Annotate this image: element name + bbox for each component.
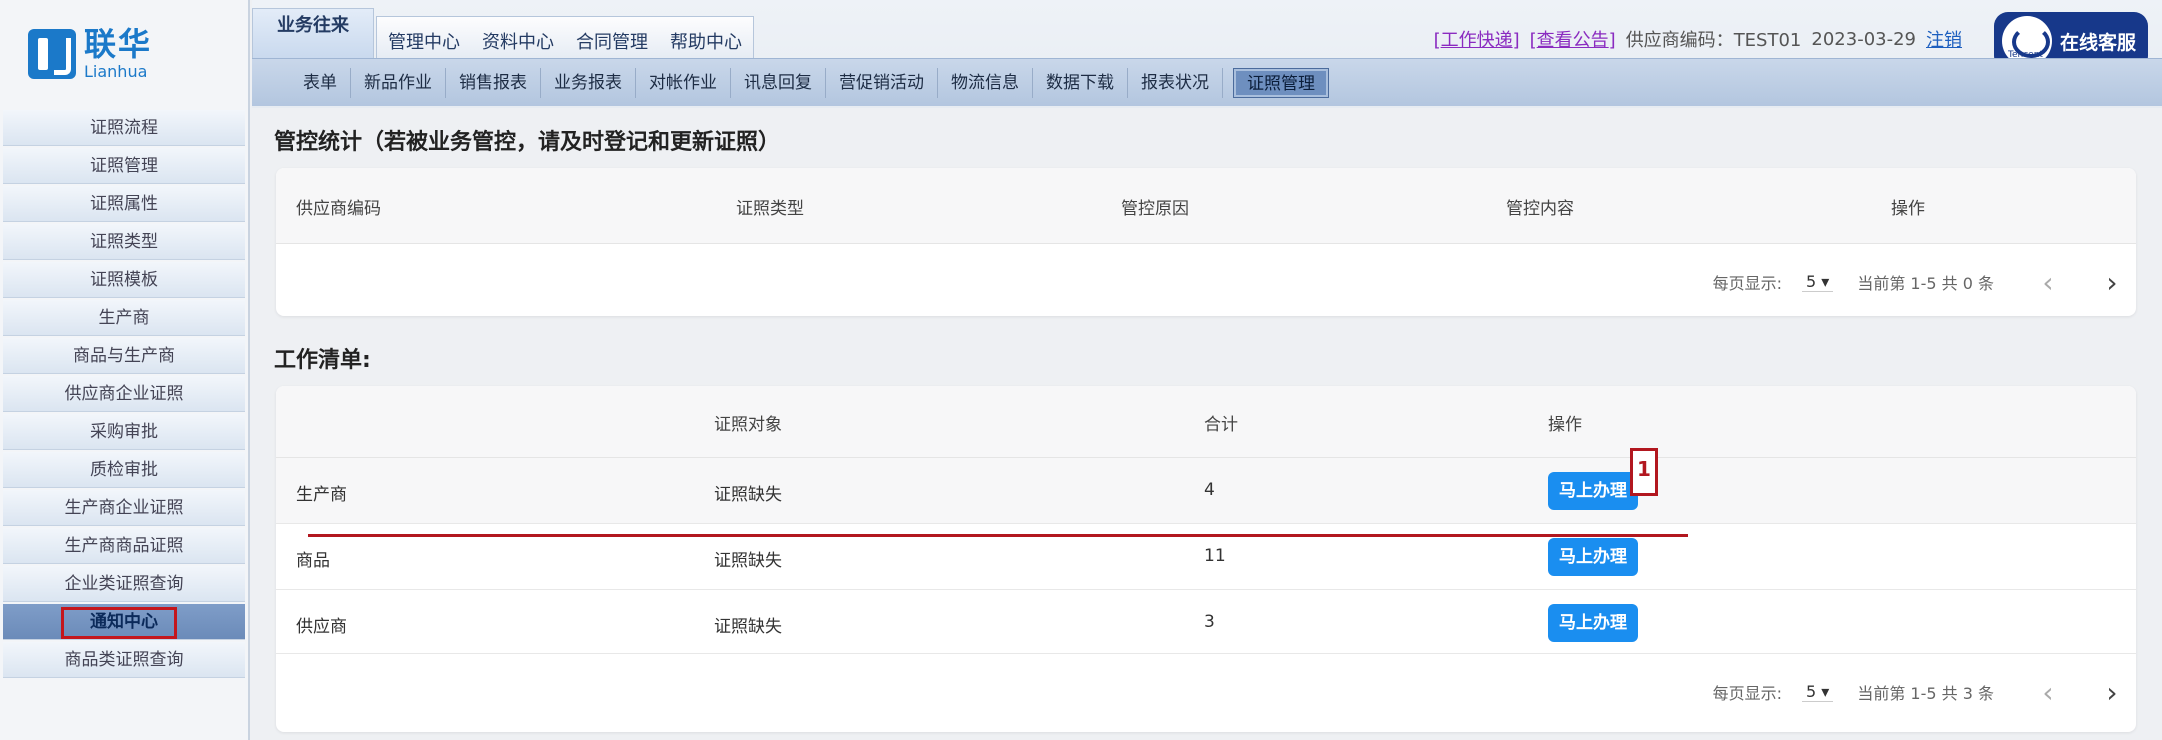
table-row: 商品 证照缺失 11 马上办理 (276, 524, 2136, 590)
sidebar-item-license-attributes[interactable]: 证照属性 (3, 186, 245, 222)
prev-page-icon[interactable]: ‹ (2038, 676, 2058, 709)
control-stats-table: 供应商编码 证照类型 管控原因 管控内容 操作 每页显示: 5 ▾ 当前第 1-… (276, 168, 2136, 316)
row-total: 4 (1204, 480, 1215, 500)
sidebar-item-purchase-approval[interactable]: 采购审批 (3, 414, 245, 450)
current-date: 2023-03-29 (1811, 28, 1916, 50)
pagination: 每页显示: 5 ▾ 当前第 1-5 共 0 条 ‹ › (1713, 260, 2136, 304)
prev-page-icon[interactable]: ‹ (2038, 266, 2058, 299)
row-total: 3 (1204, 612, 1215, 632)
col-license-type: 证照类型 (736, 199, 804, 219)
next-page-icon[interactable]: › (2102, 676, 2122, 709)
subnav-logistics[interactable]: 物流信息 (938, 67, 1033, 98)
subnav-sales-report[interactable]: 销售报表 (446, 67, 541, 98)
main-content: 管控统计（若被业务管控，请及时登记和更新证照） 供应商编码 证照类型 管控原因 … (252, 108, 2162, 740)
subnav-license-management[interactable]: 证照管理 (1233, 67, 1329, 98)
left-sidebar: 联华 Lianhua 证照流程 证照管理 证照属性 证照类型 证照模板 生产商 … (0, 0, 250, 740)
col-supplier-code: 供应商编码 (296, 199, 381, 219)
per-page-select[interactable]: 5 ▾ (1802, 682, 1834, 702)
row-object: 证照缺失 (714, 551, 782, 571)
sidebar-item-supplier-licenses[interactable]: 供应商企业证照 (3, 376, 245, 412)
tab-management-center[interactable]: 管理中心 (377, 17, 471, 59)
sidebar-item-enterprise-license-query[interactable]: 企业类证照查询 (3, 566, 245, 602)
worklist-table: 证照对象 合计 操作 生产商 证照缺失 4 马上办理 1 商品 证照缺失 11 … (276, 386, 2136, 732)
col-control-content: 管控内容 (1506, 199, 1574, 219)
sidebar-item-goods-and-manufacturer[interactable]: 商品与生产商 (3, 338, 245, 374)
per-page-select[interactable]: 5 ▾ (1802, 272, 1834, 292)
sidebar-item-license-types[interactable]: 证照类型 (3, 224, 245, 260)
header-info: [工作快递] [查看公告] 供应商编码：TEST01 2023-03-29 注销 (1434, 26, 1962, 52)
table-row: 生产商 证照缺失 4 马上办理 (276, 458, 2136, 524)
sidebar-item-license-templates[interactable]: 证照模板 (3, 262, 245, 298)
sidebar-item-qc-approval[interactable]: 质检审批 (3, 452, 245, 488)
col-total: 合计 (1204, 415, 1238, 435)
handle-now-button[interactable]: 马上办理 (1548, 472, 1638, 510)
tab-business[interactable]: 业务往来 (252, 8, 374, 58)
pagination: 每页显示: 5 ▾ 当前第 1-5 共 3 条 ‹ › (1713, 670, 2136, 714)
lianhua-logo: 联华 Lianhua (28, 26, 152, 82)
annotation-marker: 1 (1630, 448, 1658, 496)
work-express-link[interactable]: 工作快递 (1441, 30, 1513, 51)
tab-contract-management[interactable]: 合同管理 (565, 17, 659, 59)
logo-en-text: Lianhua (84, 62, 148, 81)
sidebar-item-manufacturer[interactable]: 生产商 (3, 300, 245, 336)
notice-link[interactable]: 查看公告 (1537, 30, 1609, 51)
online-support-label: 在线客服 (2060, 31, 2137, 54)
tab-help-center[interactable]: 帮助中心 (659, 17, 753, 59)
subnav-new-product[interactable]: 新品作业 (351, 67, 446, 98)
subnav-data-download[interactable]: 数据下载 (1033, 67, 1128, 98)
subnav-reconciliation[interactable]: 对帐作业 (636, 67, 731, 98)
sub-navigation: 表单 新品作业 销售报表 业务报表 对帐作业 讯息回复 营促销活动 物流信息 数… (252, 58, 2162, 106)
subnav-message-reply[interactable]: 讯息回复 (731, 67, 826, 98)
per-page-label: 每页显示: (1712, 684, 1783, 703)
row-object: 证照缺失 (714, 485, 782, 505)
row-name: 生产商 (296, 485, 347, 505)
supplier-code: TEST01 (1733, 30, 1802, 51)
control-stats-title: 管控统计（若被业务管控，请及时登记和更新证照） (274, 130, 781, 155)
logo-mark-icon (28, 29, 76, 79)
worklist-title: 工作清单: (274, 348, 371, 373)
per-page-label: 每页显示: (1712, 274, 1783, 293)
highlight-box (61, 607, 177, 639)
handle-now-button[interactable]: 马上办理 (1548, 538, 1638, 576)
subnav-report-status[interactable]: 报表状况 (1128, 67, 1223, 98)
row-object: 证照缺失 (714, 617, 782, 637)
table-header: 证照对象 合计 操作 (276, 386, 2136, 458)
top-header: 业务往来 管理中心 资料中心 合同管理 帮助中心 [工作快递] [查看公告] 供… (252, 0, 2162, 108)
sidebar-item-manufacturer-licenses[interactable]: 生产商企业证照 (3, 490, 245, 526)
sidebar-item-goods-license-query[interactable]: 商品类证照查询 (3, 642, 245, 678)
col-operation: 操作 (1891, 199, 1925, 219)
page-status: 当前第 1-5 共 3 条 (1857, 684, 1994, 703)
supplier-code-label: 供应商编码： (1625, 30, 1734, 51)
logo-cn-text: 联华 (84, 25, 153, 63)
sidebar-item-notification-center[interactable]: 通知中心 (3, 604, 245, 640)
main-tabs: 业务往来 管理中心 资料中心 合同管理 帮助中心 (252, 8, 754, 59)
col-license-object: 证照对象 (714, 415, 782, 435)
side-menu: 证照流程 证照管理 证照属性 证照类型 证照模板 生产商 商品与生产商 供应商企… (3, 110, 245, 680)
subnav-business-report[interactable]: 业务报表 (541, 67, 636, 98)
subnav-forms[interactable]: 表单 (290, 67, 351, 98)
col-control-reason: 管控原因 (1121, 199, 1189, 219)
handle-now-button[interactable]: 马上办理 (1548, 604, 1638, 642)
sidebar-item-manufacturer-goods-licenses[interactable]: 生产商商品证照 (3, 528, 245, 564)
next-page-icon[interactable]: › (2102, 266, 2122, 299)
subnav-promotions[interactable]: 营促销活动 (826, 67, 938, 98)
row-name: 商品 (296, 551, 330, 571)
sidebar-item-license-management[interactable]: 证照管理 (3, 148, 245, 184)
row-name: 供应商 (296, 617, 347, 637)
table-row: 供应商 证照缺失 3 马上办理 (276, 590, 2136, 654)
tab-data-center[interactable]: 资料中心 (471, 17, 565, 59)
col-operation: 操作 (1548, 415, 1582, 435)
page-status: 当前第 1-5 共 0 条 (1857, 274, 1994, 293)
sidebar-item-license-flow[interactable]: 证照流程 (3, 110, 245, 146)
table-header: 供应商编码 证照类型 管控原因 管控内容 操作 (276, 168, 2136, 244)
row-total: 11 (1204, 546, 1226, 566)
logout-link[interactable]: 注销 (1926, 26, 1962, 52)
